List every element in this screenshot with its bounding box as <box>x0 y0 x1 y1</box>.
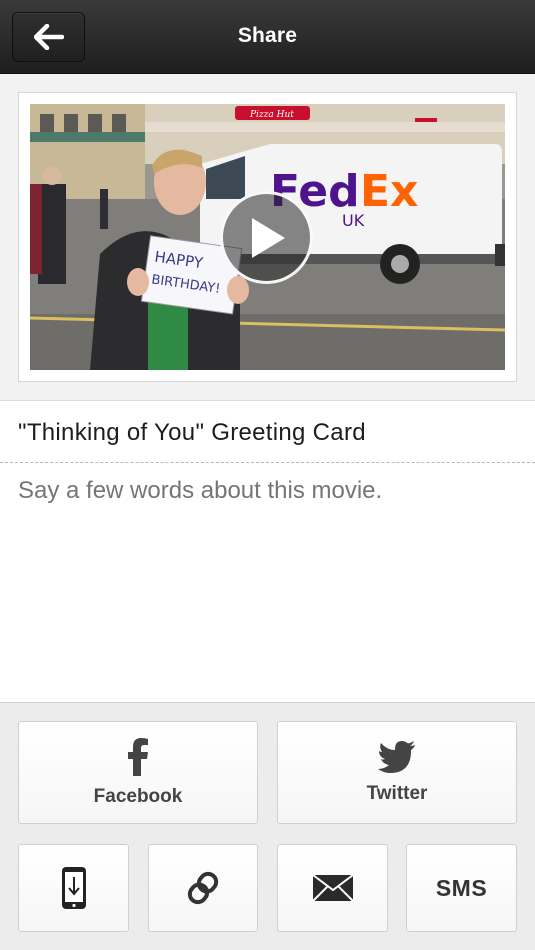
mail-icon <box>311 874 354 902</box>
fedex-logo-region: UK <box>342 211 365 230</box>
navigation-bar: Share <box>0 0 535 74</box>
sms-share-button[interactable]: SMS <box>406 844 517 932</box>
sms-label: SMS <box>435 874 488 901</box>
phone-download-icon <box>61 867 86 909</box>
play-button[interactable] <box>220 191 313 284</box>
divider <box>0 462 535 463</box>
message-input[interactable] <box>18 477 517 505</box>
twitter-share-button[interactable]: Twitter <box>277 721 517 824</box>
pizza-hut-sign: Pizza Hut <box>249 110 294 120</box>
content-area: Pizza Hut future Fed <box>0 74 535 702</box>
card-title: "Thinking of You" Greeting Card <box>18 419 366 446</box>
copy-link-button[interactable] <box>148 844 258 932</box>
link-icon <box>187 871 219 905</box>
video-frame: Pizza Hut future Fed <box>18 92 517 382</box>
message-card: "Thinking of You" Greeting Card <box>0 400 535 702</box>
facebook-share-button[interactable]: Facebook <box>18 721 258 824</box>
save-to-phone-button[interactable] <box>18 844 129 932</box>
facebook-icon <box>128 737 148 776</box>
email-share-button[interactable] <box>277 844 388 932</box>
video-thumbnail[interactable]: Pizza Hut future Fed <box>30 104 505 370</box>
facebook-label: Facebook <box>93 785 183 807</box>
page-title: Share <box>237 24 298 47</box>
fedex-logo-ex: Ex <box>360 166 418 217</box>
play-icon <box>251 217 285 258</box>
twitter-label: Twitter <box>366 782 428 804</box>
share-options: Facebook Twitter SMS <box>0 702 535 950</box>
twitter-icon <box>378 740 415 773</box>
